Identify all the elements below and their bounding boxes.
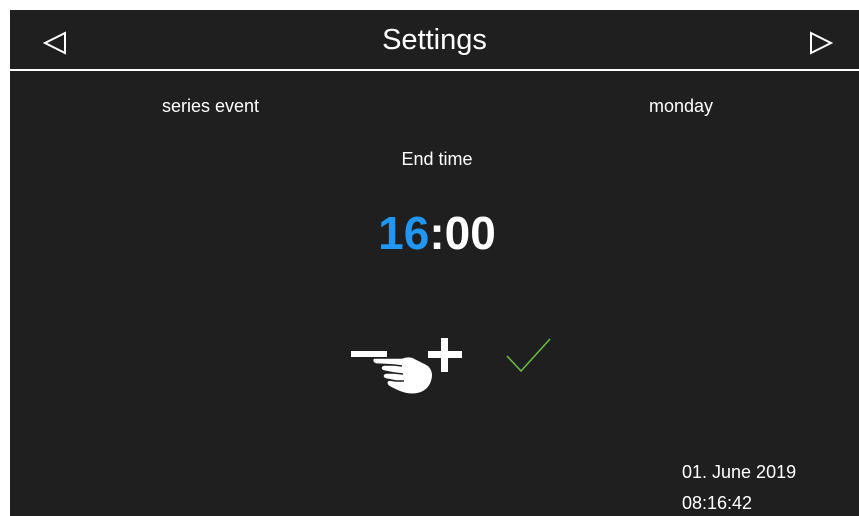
- date-display: 01. June 2019: [682, 462, 797, 482]
- page-title: Settings: [382, 24, 487, 56]
- checkmark-icon: [506, 338, 551, 373]
- confirm-button[interactable]: [504, 336, 554, 376]
- minutes-value[interactable]: 00: [445, 207, 496, 259]
- header-divider: [10, 69, 859, 71]
- hours-value[interactable]: 16: [378, 207, 429, 259]
- next-button[interactable]: [805, 28, 835, 58]
- triangle-right-icon: [810, 31, 834, 55]
- hand-pointer-icon: [372, 355, 434, 395]
- increment-button[interactable]: [426, 336, 464, 374]
- clock-display: 08:16:42: [682, 493, 753, 513]
- device-screen: Settings series event monday End time 16…: [10, 10, 859, 516]
- time-display: 16:00: [10, 207, 859, 259]
- time-separator: :: [429, 207, 445, 259]
- event-type-label: series event: [162, 96, 260, 116]
- header-bar: Settings: [10, 10, 859, 69]
- event-day-label: monday: [649, 96, 714, 116]
- field-label: End time: [401, 149, 473, 169]
